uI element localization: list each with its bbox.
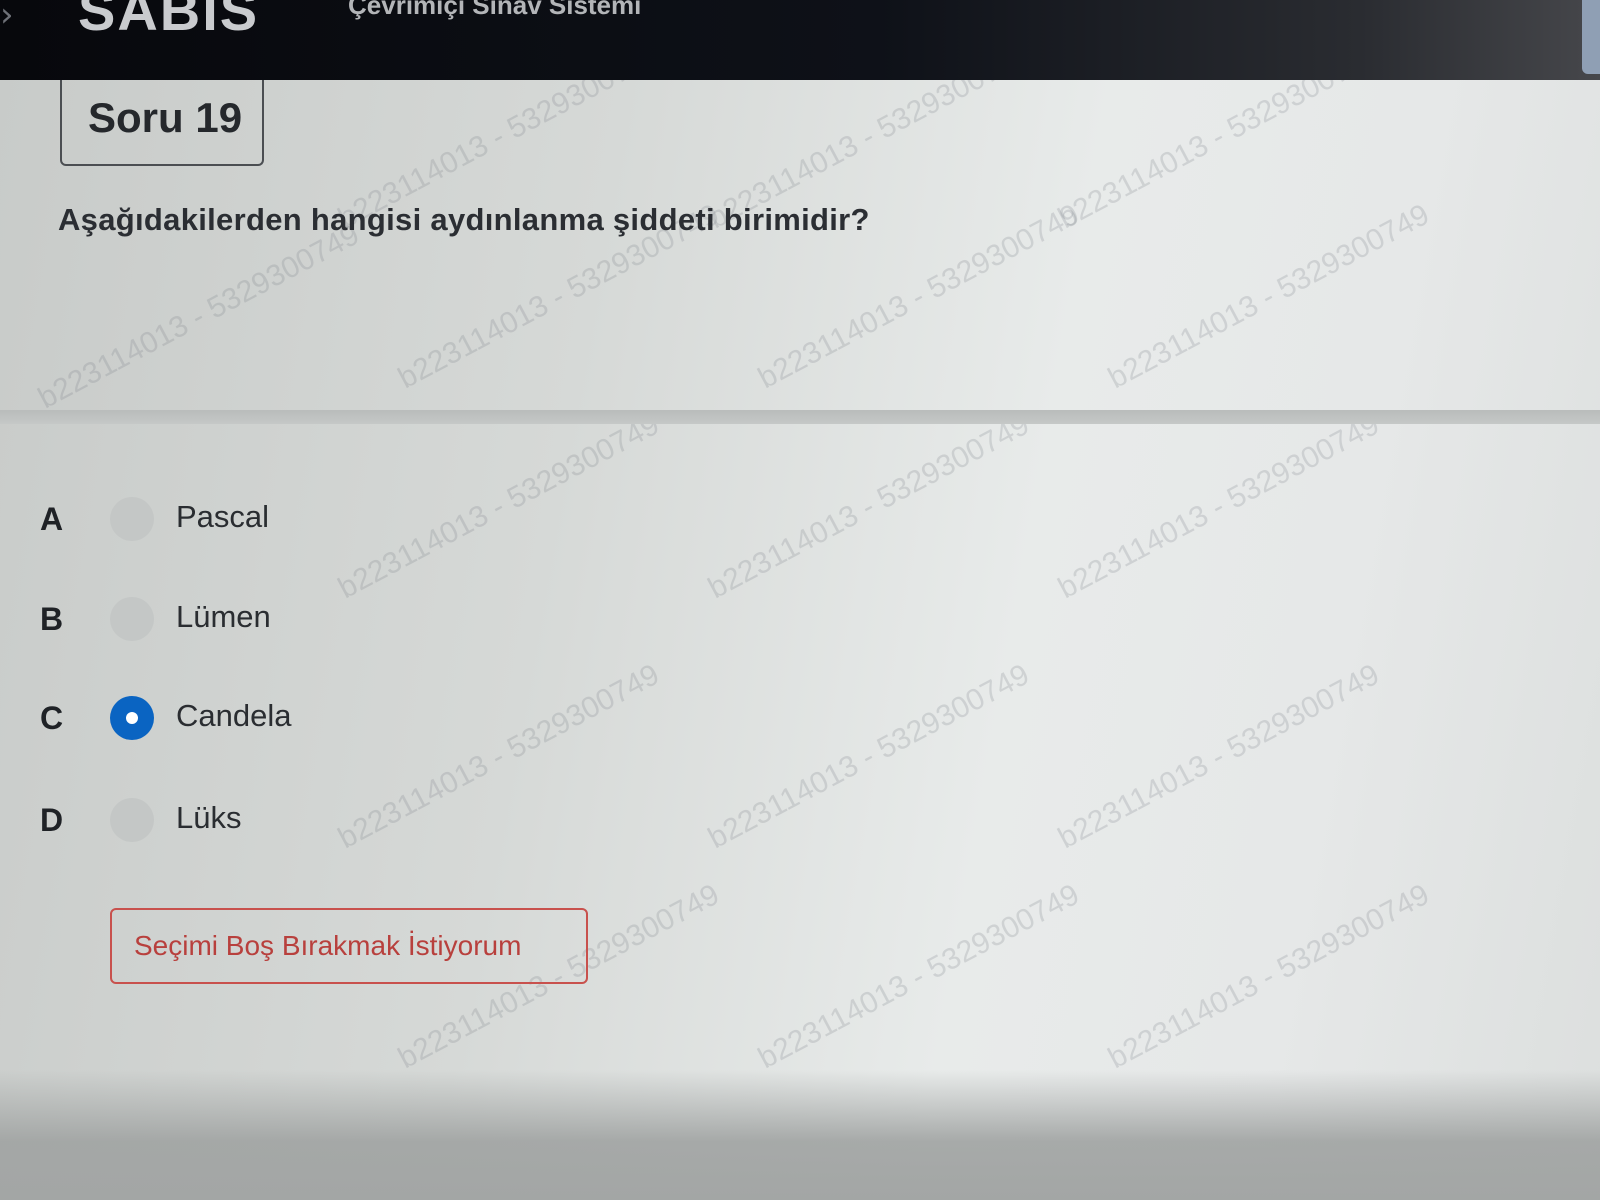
side-tab[interactable] — [1582, 0, 1600, 74]
answer-option-b[interactable]: B Lümen — [0, 585, 700, 655]
watermark-text: b223114013 - 5329300749 — [1102, 197, 1435, 396]
answer-option-d[interactable]: D Lüks — [0, 786, 700, 856]
question-text: Aşağıdakilerden hangisi aydınlanma şidde… — [58, 202, 870, 237]
top-header: › SABIS Çevrimiçi Sınav Sistemi — [0, 0, 1600, 80]
watermark-text: b223114013 - 5329300749 — [1102, 877, 1435, 1076]
radio-button-b[interactable] — [110, 597, 154, 641]
watermark-text: b223114013 - 5329300749 — [702, 407, 1035, 606]
watermark-text: b223114013 - 5329300749 — [1052, 80, 1385, 236]
brand-logo-text: SABIS — [78, 0, 260, 42]
option-label: Candela — [176, 698, 292, 733]
watermark-text: b223114013 - 5329300749 — [32, 217, 365, 416]
watermark-text: b223114013 - 5329300749 — [752, 877, 1085, 1076]
option-label: Pascal — [176, 499, 270, 534]
question-number-badge: Soru 19 — [60, 80, 264, 166]
answer-option-a[interactable]: A Pascal — [0, 485, 700, 555]
option-letter: C — [40, 700, 64, 736]
app-subtitle: Çevrimiçi Sınav Sistemi — [348, 0, 642, 20]
chevron-right-icon[interactable]: › — [0, 0, 34, 40]
option-letter: A — [40, 501, 64, 537]
radio-button-d[interactable] — [110, 798, 154, 842]
watermark-text: b223114013 - 5329300749 — [1052, 657, 1385, 856]
question-panel: b223114013 - 5329300749 b223114013 - 532… — [0, 80, 1600, 1200]
bottom-shadow — [0, 1070, 1600, 1200]
option-label: Lüks — [176, 800, 242, 835]
divider — [0, 410, 1600, 424]
watermark-text: b223114013 - 5329300749 — [1052, 407, 1385, 606]
answer-option-c[interactable]: C Candela — [0, 684, 700, 754]
radio-button-c-selected[interactable] — [110, 696, 154, 740]
option-label: Lümen — [176, 599, 271, 634]
option-letter: B — [40, 601, 64, 637]
leave-blank-button[interactable]: Seçimi Boş Bırakmak İstiyorum — [110, 908, 588, 984]
option-letter: D — [40, 802, 64, 838]
watermark-text: b223114013 - 5329300749 — [702, 657, 1035, 856]
question-number: Soru 19 — [88, 94, 243, 141]
radio-button-a[interactable] — [110, 497, 154, 541]
